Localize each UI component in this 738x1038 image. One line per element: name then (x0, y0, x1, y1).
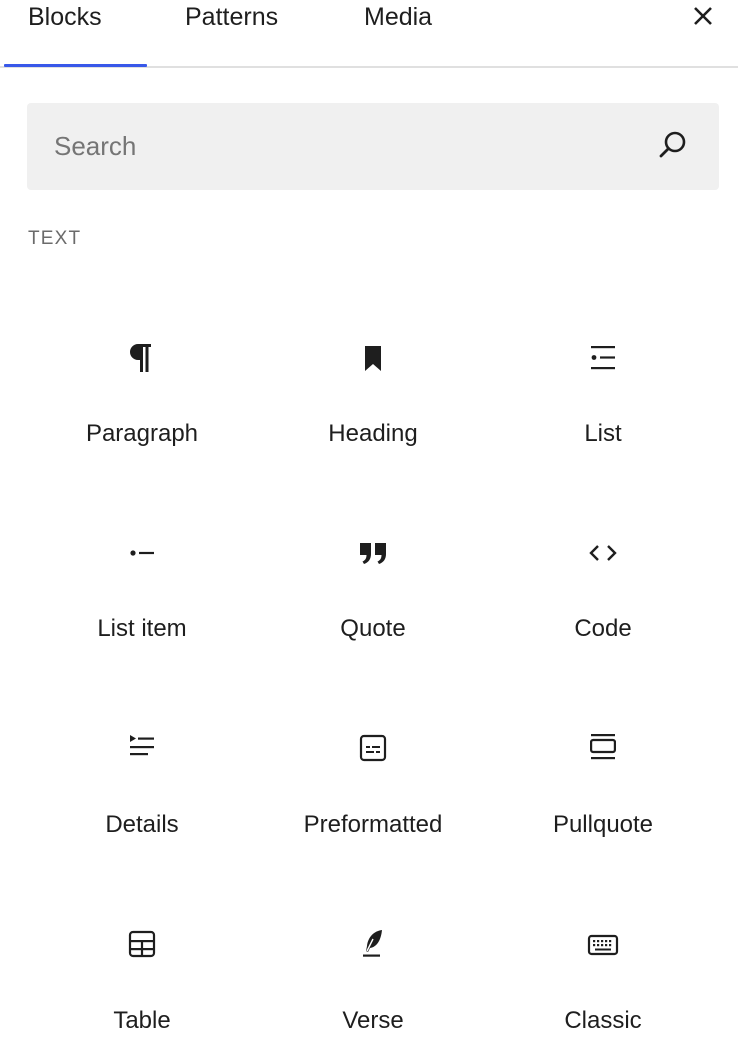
tab-patterns[interactable]: Patterns (185, 0, 278, 66)
inserter-tabs: Blocks Patterns Media (0, 0, 738, 68)
block-label: List (584, 420, 622, 447)
block-details[interactable]: Details (42, 731, 242, 881)
active-tab-indicator (4, 64, 147, 67)
pullquote-icon (589, 734, 616, 760)
block-pullquote[interactable]: Pullquote (503, 731, 703, 881)
block-list-item[interactable]: List item (42, 535, 242, 685)
keyboard-icon (587, 934, 619, 956)
close-icon (694, 7, 712, 25)
quote-icon (360, 543, 386, 564)
block-label: Pullquote (552, 811, 654, 838)
search-button[interactable] (655, 127, 691, 163)
list-item-icon (130, 550, 154, 556)
verse-icon (363, 930, 382, 957)
block-label: Paragraph (85, 420, 199, 447)
close-button[interactable] (684, 0, 720, 36)
block-label: List item (97, 615, 187, 642)
block-list[interactable]: List (503, 340, 703, 490)
paragraph-icon (130, 344, 151, 372)
block-label: Verse (342, 1007, 404, 1034)
block-label: Quote (340, 615, 406, 642)
search-box (27, 103, 719, 190)
block-preformatted[interactable]: Preformatted (273, 731, 473, 881)
block-label: Heading (328, 420, 418, 447)
list-icon (591, 346, 615, 370)
block-quote[interactable]: Quote (273, 535, 473, 685)
block-label: Preformatted (303, 811, 443, 838)
block-heading[interactable]: Heading (273, 340, 473, 490)
block-code[interactable]: Code (503, 535, 703, 685)
table-icon (128, 930, 156, 958)
bookmark-icon (365, 346, 381, 371)
search-icon (659, 131, 686, 158)
tab-media[interactable]: Media (364, 0, 432, 66)
details-icon (130, 735, 154, 756)
block-paragraph[interactable]: Paragraph (42, 340, 242, 490)
preformatted-icon (359, 734, 387, 762)
search-input[interactable] (27, 103, 627, 190)
code-icon (589, 545, 617, 561)
block-label: Code (574, 615, 632, 642)
block-label: Table (113, 1007, 171, 1034)
category-title: TEXT (28, 228, 82, 249)
block-label: Details (105, 811, 179, 838)
block-verse[interactable]: Verse (273, 927, 473, 1038)
block-label: Classic (564, 1007, 642, 1034)
block-inserter-panel: Blocks Patterns Media TEXT Paragraph (0, 0, 738, 1038)
block-table[interactable]: Table (42, 927, 242, 1038)
tab-blocks[interactable]: Blocks (28, 0, 102, 66)
block-classic[interactable]: Classic (503, 927, 703, 1038)
